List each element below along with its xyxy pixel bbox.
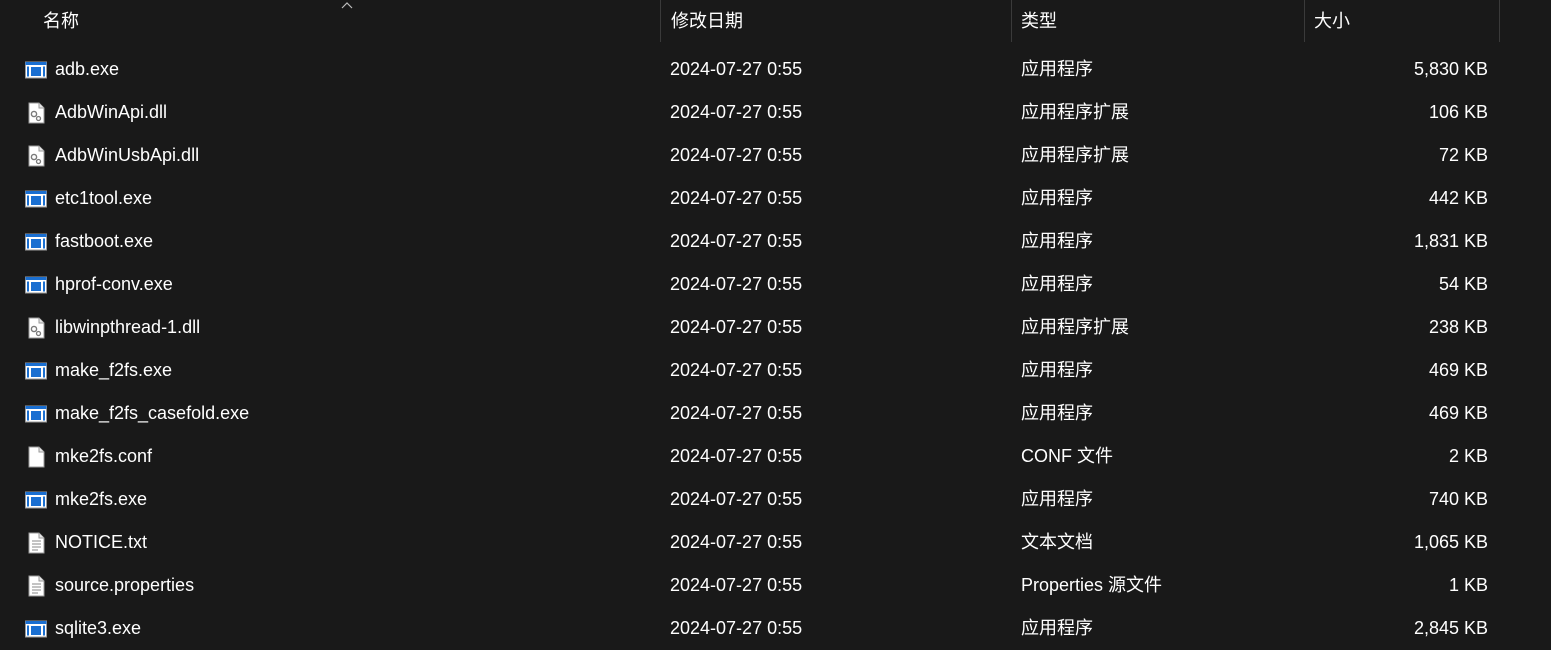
file-modified-date: 2024-07-27 0:55 — [670, 532, 803, 552]
file-row[interactable]: make_f2fs.exe 2024-07-27 0:55 应用程序 469 KB — [0, 349, 1551, 392]
column-header-bar: 名称 修改日期 类型 大小 — [0, 0, 1551, 42]
file-row[interactable]: make_f2fs_casefold.exe 2024-07-27 0:55 应用程… — [0, 392, 1551, 435]
file-size: 740 KB — [1428, 489, 1488, 509]
file-type: 应用程序扩展 — [1021, 317, 1129, 337]
text-file-icon — [24, 531, 48, 555]
file-size: 469 KB — [1428, 360, 1488, 380]
file-type: 文本文档 — [1021, 532, 1093, 552]
file-size: 2,845 KB — [1413, 618, 1488, 638]
file-name: make_f2fs_casefold.exe — [55, 403, 250, 423]
file-type: CONF 文件 — [1021, 446, 1113, 466]
file-row[interactable]: AdbWinUsbApi.dll 2024-07-27 0:55 应用程序扩展 72 … — [0, 134, 1551, 177]
file-row[interactable]: hprof-conv.exe 2024-07-27 0:55 应用程序 54 KB — [0, 263, 1551, 306]
file-size: 54 KB — [1438, 274, 1488, 294]
file-size: 5,830 KB — [1413, 59, 1488, 79]
column-header-type[interactable]: 类型 — [1011, 0, 1304, 42]
file-type: 应用程序 — [1021, 360, 1093, 380]
file-name: adb.exe — [55, 59, 120, 79]
file-size: 238 KB — [1428, 317, 1488, 337]
file-size: 469 KB — [1428, 403, 1488, 423]
dll-icon — [24, 101, 48, 125]
file-type: 应用程序 — [1021, 403, 1093, 423]
file-size: 1,065 KB — [1413, 532, 1488, 552]
file-name: NOTICE.txt — [55, 532, 148, 552]
exe-icon — [24, 617, 48, 641]
file-name: make_f2fs.exe — [55, 360, 173, 380]
file-size: 442 KB — [1428, 188, 1488, 208]
file-modified-date: 2024-07-27 0:55 — [670, 188, 803, 208]
exe-icon — [24, 187, 48, 211]
file-modified-date: 2024-07-27 0:55 — [670, 446, 803, 466]
file-row[interactable]: etc1tool.exe 2024-07-27 0:55 应用程序 442 KB — [0, 177, 1551, 220]
file-row[interactable]: NOTICE.txt 2024-07-27 0:55 文本文档 1,065 KB — [0, 521, 1551, 564]
file-name: fastboot.exe — [55, 231, 154, 251]
file-modified-date: 2024-07-27 0:55 — [670, 59, 803, 79]
file-row[interactable]: fastboot.exe 2024-07-27 0:55 应用程序 1,831 KB — [0, 220, 1551, 263]
file-size: 72 KB — [1438, 145, 1488, 165]
file-name: hprof-conv.exe — [55, 274, 173, 294]
exe-icon — [24, 359, 48, 383]
dll-icon — [24, 316, 48, 340]
file-name: AdbWinApi.dll — [55, 102, 168, 122]
file-type: 应用程序 — [1021, 489, 1093, 509]
file-name: source.properties — [55, 575, 195, 595]
file-type: 应用程序 — [1021, 188, 1093, 208]
exe-icon — [24, 58, 48, 82]
column-header-size[interactable]: 大小 — [1304, 0, 1499, 42]
file-name: mke2fs.exe — [55, 489, 148, 509]
exe-icon — [24, 488, 48, 512]
file-type: 应用程序扩展 — [1021, 102, 1129, 122]
file-type: 应用程序 — [1021, 618, 1093, 638]
file-row[interactable]: mke2fs.exe 2024-07-27 0:55 应用程序 740 KB — [0, 478, 1551, 521]
file-modified-date: 2024-07-27 0:55 — [670, 145, 803, 165]
file-name: libwinpthread-1.dll — [55, 317, 201, 337]
file-modified-date: 2024-07-27 0:55 — [670, 317, 803, 337]
file-modified-date: 2024-07-27 0:55 — [670, 403, 803, 423]
file-row[interactable]: sqlite3.exe 2024-07-27 0:55 应用程序 2,845 KB — [0, 607, 1551, 650]
column-divider[interactable] — [1499, 0, 1500, 42]
file-row[interactable]: AdbWinApi.dll 2024-07-27 0:55 应用程序扩展 106 KB — [0, 91, 1551, 134]
column-header-modified[interactable]: 修改日期 — [661, 0, 1011, 42]
file-type: 应用程序扩展 — [1021, 145, 1129, 165]
exe-icon — [24, 273, 48, 297]
exe-icon — [24, 402, 48, 426]
file-modified-date: 2024-07-27 0:55 — [670, 360, 803, 380]
blank-file-icon — [24, 445, 48, 469]
file-type: 应用程序 — [1021, 59, 1093, 79]
file-name: AdbWinUsbApi.dll — [55, 145, 200, 165]
dll-icon — [24, 144, 48, 168]
exe-icon — [24, 230, 48, 254]
sort-ascending-icon — [341, 2, 353, 9]
file-size: 1,831 KB — [1413, 231, 1488, 251]
file-modified-date: 2024-07-27 0:55 — [670, 231, 803, 251]
file-modified-date: 2024-07-27 0:55 — [670, 102, 803, 122]
file-row[interactable]: mke2fs.conf 2024-07-27 0:55 CONF 文件 2 KB — [0, 435, 1551, 478]
file-modified-date: 2024-07-27 0:55 — [670, 575, 803, 595]
file-size: 2 KB — [1448, 446, 1488, 466]
file-row[interactable]: adb.exe 2024-07-27 0:55 应用程序 5,830 KB — [0, 48, 1551, 91]
file-modified-date: 2024-07-27 0:55 — [670, 618, 803, 638]
file-row[interactable]: source.properties 2024-07-27 0:55 Properti… — [0, 564, 1551, 607]
file-modified-date: 2024-07-27 0:55 — [670, 489, 803, 509]
file-type: Properties 源文件 — [1021, 575, 1163, 595]
file-name: etc1tool.exe — [55, 188, 153, 208]
file-size: 1 KB — [1448, 575, 1488, 595]
file-modified-date: 2024-07-27 0:55 — [670, 274, 803, 294]
file-name: sqlite3.exe — [55, 618, 142, 638]
file-name: mke2fs.conf — [55, 446, 153, 466]
file-type: 应用程序 — [1021, 274, 1093, 294]
file-size: 106 KB — [1428, 102, 1488, 122]
text-file-icon — [24, 574, 48, 598]
file-row[interactable]: libwinpthread-1.dll 2024-07-27 0:55 应用程序扩展… — [0, 306, 1551, 349]
file-type: 应用程序 — [1021, 231, 1093, 251]
